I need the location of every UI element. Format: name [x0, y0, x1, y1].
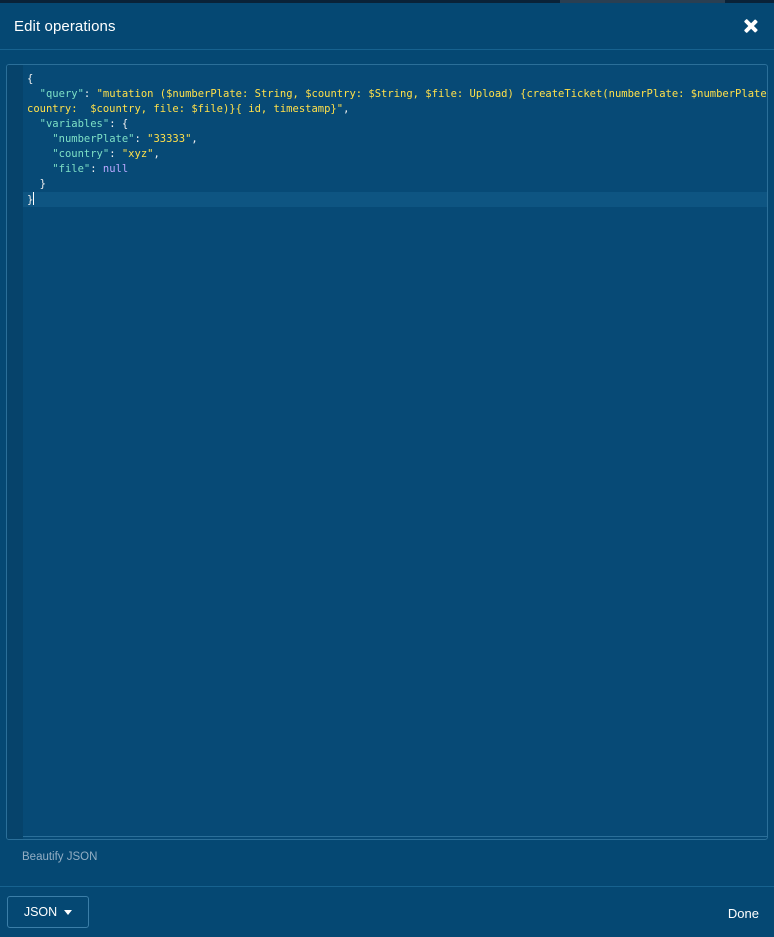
edit-operations-modal: Edit operations { "query": "mutation ($n… — [0, 0, 774, 937]
editor-horizontal-scrollbar[interactable] — [23, 836, 767, 837]
code-token-punc — [27, 118, 40, 130]
code-token-punc: , — [191, 133, 198, 145]
modal-header: Edit operations — [0, 3, 774, 50]
code-line[interactable]: "variables": { — [27, 117, 747, 132]
format-dropdown-button[interactable]: JSON — [7, 896, 89, 928]
code-line[interactable]: } — [27, 177, 747, 192]
code-line[interactable]: "query": "mutation ($numberPlate: String… — [27, 87, 767, 102]
json-editor[interactable]: { "query": "mutation ($numberPlate: Stri… — [6, 64, 768, 840]
code-token-str: country: $country, file: $file)}{ id, ti… — [27, 103, 344, 115]
code-token-punc — [27, 88, 40, 100]
code-token-str: "mutation ($numberPlate: String, $countr… — [96, 88, 768, 100]
code-line[interactable]: { — [27, 72, 747, 87]
code-token-key: "file" — [52, 163, 91, 175]
code-token-punc: : — [83, 88, 97, 100]
code-token-str: "33333" — [147, 133, 192, 145]
code-line[interactable]: "country": "xyz", — [27, 147, 747, 162]
code-token-punc — [27, 148, 52, 160]
format-dropdown-label: JSON — [23, 905, 58, 919]
code-line[interactable]: } — [23, 192, 767, 207]
code-token-punc: , — [343, 103, 350, 115]
code-token-key: "variables" — [39, 118, 110, 130]
code-token-punc: : { — [109, 118, 129, 130]
done-button[interactable]: Done — [728, 906, 759, 921]
code-token-punc: { — [27, 73, 34, 85]
code-token-null: null — [102, 163, 129, 175]
modal-title: Edit operations — [14, 17, 116, 35]
editor-gutter — [7, 65, 23, 839]
code-token-punc: : — [90, 163, 103, 175]
modal-footer: JSON Done — [0, 886, 774, 937]
code-line[interactable]: "numberPlate": "33333", — [27, 132, 747, 147]
code-token-punc: } — [27, 178, 46, 190]
caret-down-icon — [64, 909, 73, 915]
text-cursor — [33, 192, 35, 205]
code-token-key: "query" — [39, 88, 84, 100]
code-token-punc: : — [109, 148, 122, 160]
code-token-key: "country" — [52, 148, 110, 160]
code-token-punc: , — [153, 148, 160, 160]
close-icon[interactable] — [744, 19, 758, 33]
code-line[interactable]: country: $country, file: $file)}{ id, ti… — [27, 102, 747, 117]
editor-code[interactable]: { "query": "mutation ($numberPlate: Stri… — [23, 72, 767, 207]
code-token-key: "numberPlate" — [52, 133, 135, 145]
code-token-str: "xyz" — [121, 148, 154, 160]
code-token-punc — [27, 133, 52, 145]
code-token-punc: : — [134, 133, 148, 145]
code-token-punc — [27, 163, 52, 175]
beautify-json-link[interactable]: Beautify JSON — [22, 851, 97, 863]
code-line[interactable]: "file": null — [27, 162, 747, 177]
